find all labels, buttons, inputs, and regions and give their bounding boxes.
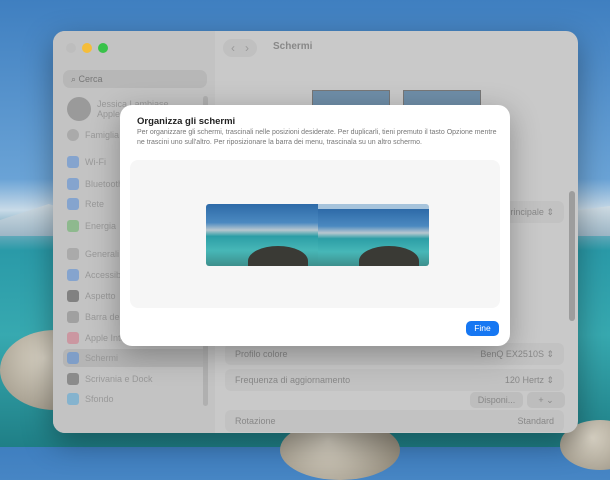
- sidebar-item-icon: [67, 311, 79, 323]
- sidebar-item-icon: [67, 269, 79, 281]
- dialog-description: Per organizzare gli schermi, trascinali …: [137, 129, 497, 146]
- sidebar-item-icon: [67, 352, 79, 364]
- color-profile-row[interactable]: Profilo colore BenQ EX2510S ⇕: [225, 343, 564, 365]
- sidebar-item-label: Aspetto: [85, 291, 116, 301]
- rotation-row[interactable]: Rotazione Standard: [225, 410, 564, 432]
- zoom-button[interactable]: [98, 43, 108, 53]
- sidebar-item-label: Bluetooth: [85, 179, 124, 189]
- sidebar-item-icon: [67, 373, 79, 385]
- sidebar-item-icon: [67, 393, 79, 405]
- sidebar-item-icon: [67, 198, 79, 210]
- sidebar-item-icon: [67, 178, 79, 190]
- search-icon: ⌕: [71, 74, 79, 84]
- sidebar-item-schermi[interactable]: Schermi: [63, 349, 207, 367]
- sidebar-item-icon: [67, 248, 79, 260]
- main-scrollbar[interactable]: [569, 191, 575, 321]
- display-arrangement-area: [130, 160, 500, 308]
- nav-buttons: ‹ ›: [223, 39, 257, 57]
- minimize-button[interactable]: [82, 43, 92, 53]
- display-main[interactable]: [206, 204, 318, 266]
- chevron-down-icon: ⌄: [546, 395, 554, 405]
- back-button[interactable]: ‹: [231, 41, 235, 55]
- avatar: [67, 97, 91, 121]
- sidebar-item-icon: [67, 220, 79, 232]
- sidebar-item-label: Wi-Fi: [85, 157, 106, 167]
- close-button[interactable]: [66, 43, 76, 53]
- sidebar-item-icon: [67, 290, 79, 302]
- sidebar-item-icon: [67, 332, 79, 344]
- sidebar-item-label: Scrivania e Dock: [85, 374, 153, 384]
- page-title: Schermi: [273, 41, 313, 52]
- sidebar-item-scrivania-e-dock[interactable]: Scrivania e Dock: [63, 370, 207, 388]
- sidebar-item-icon: [67, 156, 79, 168]
- sidebar-item-label: Schermi: [85, 353, 119, 363]
- sidebar-item-sfondo[interactable]: Sfondo: [63, 390, 207, 408]
- arrange-displays-dialog: Organizza gli schermi Per organizzare gl…: [120, 105, 510, 346]
- family-icon: [67, 129, 79, 141]
- add-display-button[interactable]: + ⌄: [527, 392, 565, 408]
- forward-button[interactable]: ›: [245, 41, 249, 55]
- sidebar-item-label: Generali: [85, 249, 120, 259]
- dialog-title: Organizza gli schermi: [137, 116, 236, 127]
- sidebar-item-label: Sfondo: [85, 394, 114, 404]
- done-button[interactable]: Fine: [466, 321, 499, 336]
- sidebar-item-label: Rete: [85, 199, 105, 209]
- arrange-button[interactable]: Disponi...: [470, 392, 523, 408]
- search-input[interactable]: ⌕ Cerca: [63, 70, 207, 88]
- sidebar-item-label: Energia: [85, 221, 117, 231]
- display-secondary[interactable]: [318, 204, 429, 266]
- refresh-rate-row[interactable]: Frequenza di aggiornamento 120 Hertz ⇕: [225, 369, 564, 391]
